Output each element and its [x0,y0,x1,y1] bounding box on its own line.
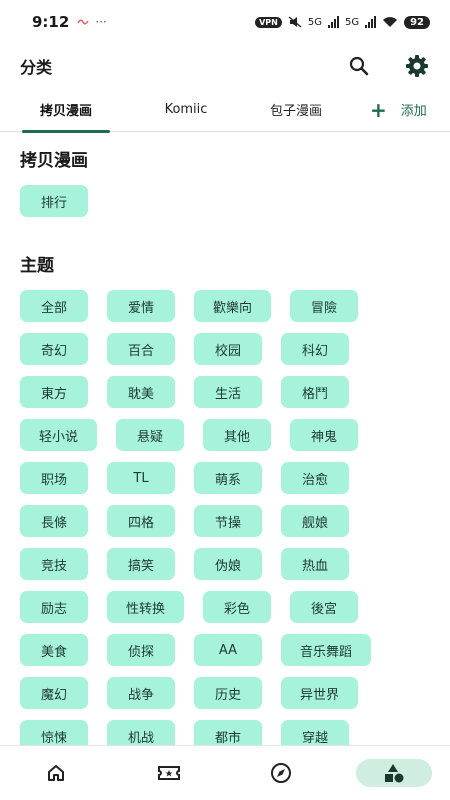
nav-ticket[interactable] [131,759,207,787]
category-chip[interactable]: 後宮 [290,591,359,623]
category-chip[interactable]: 校园 [194,333,262,365]
network-5g-1: 5G [307,16,322,28]
category-chip[interactable]: 伪娘 [194,548,262,580]
plus-icon: + [370,97,387,122]
page-title: 分类 [20,58,53,77]
category-chip[interactable]: 格鬥 [281,376,349,408]
category-chip[interactable]: 轻小说 [20,419,98,451]
category-chip[interactable]: 侦探 [107,634,175,666]
ticket-icon [157,766,180,780]
category-chip[interactable]: 歡樂向 [194,290,272,322]
category-chip[interactable]: 音乐舞蹈 [281,634,372,666]
section-title-theme: 主题 [20,256,54,276]
bottom-navigation [0,745,450,800]
category-chip[interactable]: 耽美 [107,376,175,408]
category-chip[interactable]: 竞技 [20,548,88,580]
category-chip[interactable]: 治愈 [281,462,349,494]
category-chip[interactable]: 性转换 [107,591,185,623]
category-chip[interactable]: 惊悚 [20,720,88,745]
status-time: 9:12 [32,13,70,31]
category-chip[interactable]: 萌系 [194,462,262,494]
category-chip[interactable]: 历史 [194,677,262,709]
category-chip[interactable]: 热血 [281,548,349,580]
tab-baozi[interactable]: 包子漫画 [248,88,344,132]
status-extra: ··· [95,15,107,29]
category-chip[interactable]: TL [107,462,175,494]
category-chip[interactable]: 神鬼 [290,419,359,451]
tab-komiic[interactable]: Komiic [138,88,234,132]
home-icon [48,765,65,781]
category-chip[interactable]: 都市 [194,720,262,745]
category-chip[interactable]: 穿越 [281,720,349,745]
category-chip[interactable]: 魔幻 [20,677,88,709]
category-chip[interactable]: 全部 [20,290,88,322]
category-chip[interactable]: 長條 [20,505,88,537]
settings-button[interactable] [404,53,430,79]
category-chip[interactable]: 异世界 [281,677,359,709]
category-chip[interactable]: 舰娘 [281,505,349,537]
source-chip-group: 排行 [20,185,430,217]
category-chip[interactable]: 科幻 [281,333,349,365]
tab-label: Komiic [164,102,208,117]
category-chip[interactable]: 职场 [20,462,88,494]
add-tab-button[interactable]: + 添加 [370,100,427,120]
section-title-source: 拷贝漫画 [20,151,88,171]
category-chip[interactable]: 四格 [107,505,175,537]
search-button[interactable] [346,53,372,79]
source-tabs: 拷贝漫画 Komiic 包子漫画 + 添加 [0,88,450,133]
vpn-badge: VPN [255,16,282,28]
wifi-icon [383,17,398,27]
category-content[interactable]: 拷贝漫画 排行 主题 全部 爱情 歡樂向 冒險奇幻 百合 校园 科幻東方 耽美 生活 格鬥轻小说悬… [0,132,450,745]
shapes-icon [384,764,404,783]
signal-icon [327,16,339,28]
category-chip[interactable]: 奇幻 [20,333,88,365]
theme-chip-group: 全部 爱情 歡樂向 冒險奇幻 百合 校园 科幻東方 耽美 生活 格鬥轻小说 悬疑 其他 神鬼职场 TL 萌系… [20,290,430,745]
battery-badge: 92 [404,15,430,29]
category-chip[interactable]: 百合 [107,333,175,365]
mute-icon [288,16,302,28]
category-chip[interactable]: 励志 [20,591,88,623]
nav-home[interactable] [18,759,94,787]
category-chip[interactable]: 悬疑 [116,419,185,451]
app-bar: 分类 [0,44,450,88]
notification-icon [77,19,89,25]
category-chip[interactable]: 東方 [20,376,88,408]
category-chip[interactable]: 爱情 [107,290,175,322]
category-chip[interactable]: 美食 [20,634,88,666]
category-chip[interactable]: 冒險 [290,290,359,322]
nav-discover[interactable] [243,759,319,787]
tab-copymanga[interactable]: 拷贝漫画 [18,88,114,133]
category-chip[interactable]: 战争 [107,677,175,709]
gear-icon [406,55,428,77]
category-chip[interactable]: 生活 [194,376,262,408]
category-chip[interactable]: 彩色 [203,591,272,623]
category-chip[interactable]: 其他 [203,419,272,451]
signal-icon-2 [365,16,377,28]
add-tab-label: 添加 [400,104,427,119]
category-chip[interactable]: 排行 [20,185,88,217]
category-chip[interactable]: AA [194,634,262,666]
search-icon [349,56,369,76]
nav-category[interactable] [355,759,432,787]
category-chip[interactable]: 节操 [194,505,262,537]
category-chip[interactable]: 机战 [107,720,175,745]
status-bar: 9:12 ··· VPN 5G 5G 92 [0,0,450,44]
tab-label: 包子漫画 [269,104,322,119]
tab-label: 拷贝漫画 [39,104,92,119]
compass-icon [271,763,292,783]
category-chip[interactable]: 搞笑 [107,548,175,580]
network-5g-2: 5G [344,16,360,28]
